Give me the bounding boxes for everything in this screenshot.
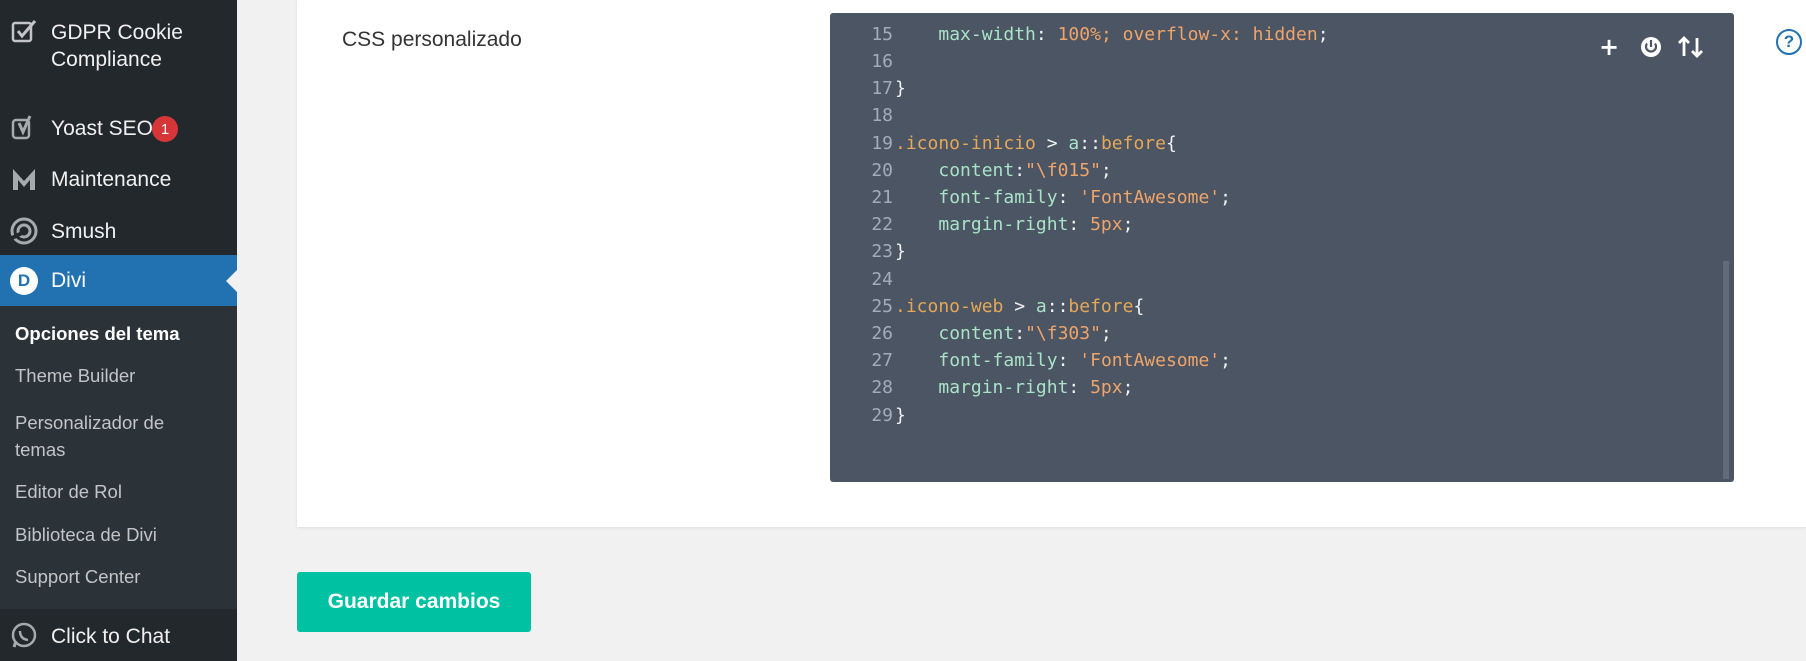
code-line[interactable]: 17} bbox=[830, 75, 1710, 102]
code-text[interactable]: margin-right: 5px; bbox=[895, 374, 1133, 401]
menu-label: GDPR Cookie Compliance bbox=[51, 21, 183, 71]
save-changes-button[interactable]: Guardar cambios bbox=[297, 572, 531, 632]
line-number: 21 bbox=[871, 187, 893, 208]
code-text[interactable]: } bbox=[895, 402, 906, 429]
line-number: 20 bbox=[871, 159, 893, 181]
admin-sidebar: GDPR Cookie Compliance Yoast SEO 1 Maint… bbox=[0, 0, 237, 661]
code-line[interactable]: 21 font-family: 'FontAwesome'; bbox=[830, 184, 1710, 211]
line-number: 28 bbox=[871, 377, 893, 399]
line-number: 19 bbox=[871, 132, 893, 154]
checkbox-icon bbox=[8, 16, 40, 48]
line-number: 25 bbox=[871, 295, 893, 317]
line-number: 18 bbox=[871, 105, 893, 127]
line-number: 24 bbox=[871, 268, 893, 290]
maintenance-m-icon bbox=[8, 163, 40, 195]
code-text[interactable]: content:"\f015"; bbox=[895, 157, 1111, 184]
code-text[interactable]: } bbox=[895, 238, 906, 265]
divi-logo-icon: D bbox=[8, 265, 40, 297]
submenu-item-support-center[interactable]: Support Center bbox=[15, 563, 225, 590]
menu-item-click-to-chat[interactable]: Click to Chat bbox=[0, 620, 237, 654]
code-text[interactable]: } bbox=[895, 75, 906, 102]
menu-item-smush[interactable]: Smush bbox=[0, 215, 237, 247]
code-line[interactable]: 22 margin-right: 5px; bbox=[830, 211, 1710, 238]
code-line[interactable]: 15 max-width: 100%; overflow-x: hidden; bbox=[830, 21, 1710, 48]
submenu-item-personalizador[interactable]: Personalizador de temas bbox=[15, 409, 195, 463]
whatsapp-icon bbox=[8, 620, 40, 652]
code-line[interactable]: 26 content:"\f303"; bbox=[830, 320, 1710, 347]
submenu-item-editor-de-rol[interactable]: Editor de Rol bbox=[15, 478, 225, 505]
divi-submenu: Opciones del tema Theme Builder Personal… bbox=[0, 306, 237, 609]
line-number: 27 bbox=[871, 350, 893, 372]
editor-scrollbar[interactable] bbox=[1723, 261, 1729, 479]
line-number: 26 bbox=[871, 323, 893, 344]
code-text[interactable]: .icono-inicio > a::before{ bbox=[895, 130, 1177, 157]
code-line[interactable]: 16 bbox=[830, 48, 1710, 75]
active-arrow-icon bbox=[226, 270, 237, 292]
code-line[interactable]: 23} bbox=[830, 238, 1710, 265]
menu-label: Maintenance bbox=[51, 168, 172, 191]
smush-icon bbox=[8, 215, 40, 247]
submenu-item-opciones-del-tema[interactable]: Opciones del tema bbox=[15, 320, 225, 347]
menu-item-divi[interactable]: D Divi bbox=[0, 255, 237, 306]
code-text[interactable]: max-width: 100%; overflow-x: hidden; bbox=[895, 21, 1328, 48]
yoast-icon bbox=[8, 112, 40, 144]
line-number: 22 bbox=[871, 214, 893, 236]
code-text[interactable]: content:"\f303"; bbox=[895, 320, 1111, 347]
help-icon[interactable]: ? bbox=[1776, 29, 1802, 55]
code-line[interactable]: 29} bbox=[830, 402, 1710, 429]
menu-label: Click to Chat bbox=[51, 625, 171, 648]
code-line[interactable]: 19 .icono-inicio > a::before{ bbox=[830, 130, 1710, 157]
menu-item-gdpr[interactable]: GDPR Cookie Compliance bbox=[0, 16, 237, 96]
code-line[interactable]: 27 font-family: 'FontAwesome'; bbox=[830, 347, 1710, 374]
code-line[interactable]: 20 content:"\f015"; bbox=[830, 157, 1710, 184]
menu-item-yoast-seo[interactable]: Yoast SEO 1 bbox=[0, 112, 237, 144]
line-number: 15 bbox=[871, 23, 893, 45]
code-text[interactable]: .icono-web > a::before{ bbox=[895, 293, 1144, 320]
menu-label: Yoast SEO bbox=[51, 117, 153, 140]
code-line[interactable]: 28 margin-right: 5px; bbox=[830, 374, 1710, 401]
code-line[interactable]: 18 bbox=[830, 102, 1710, 129]
code-line[interactable]: 24 bbox=[830, 266, 1710, 293]
line-number: 17 bbox=[871, 78, 893, 100]
line-number: 29 bbox=[871, 404, 893, 426]
submenu-item-biblioteca[interactable]: Biblioteca de Divi bbox=[15, 521, 225, 548]
line-number: 16 bbox=[871, 51, 893, 72]
code-text[interactable]: font-family: 'FontAwesome'; bbox=[895, 184, 1231, 211]
submenu-item-theme-builder[interactable]: Theme Builder bbox=[15, 362, 225, 389]
menu-item-maintenance[interactable]: Maintenance bbox=[0, 163, 237, 195]
code-text[interactable]: font-family: 'FontAwesome'; bbox=[895, 347, 1231, 374]
code-text[interactable]: margin-right: 5px; bbox=[895, 211, 1133, 238]
menu-label: Divi bbox=[51, 269, 86, 292]
custom-css-label: CSS personalizado bbox=[342, 28, 522, 51]
notification-badge: 1 bbox=[152, 116, 178, 142]
line-number: 23 bbox=[871, 241, 893, 263]
code-line[interactable]: 25 .icono-web > a::before{ bbox=[830, 293, 1710, 320]
css-code-editor[interactable]: + 15 max-width: 100%; overflow-x: hidden… bbox=[830, 13, 1734, 482]
menu-label: Smush bbox=[51, 220, 117, 243]
